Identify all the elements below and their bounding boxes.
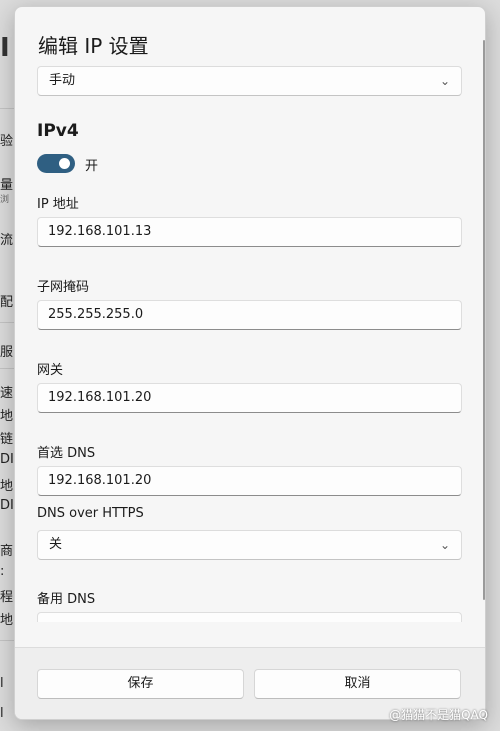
bg-text: 速	[0, 386, 14, 401]
ip-mode-value: 手动	[49, 73, 76, 88]
dns-over-https-value: 关	[49, 537, 63, 552]
dialog-title: 编辑 IP 设置	[38, 34, 149, 58]
save-button[interactable]: 保存	[37, 669, 244, 699]
alternate-dns-label: 备用 DNS	[37, 592, 96, 607]
bg-text: DI	[0, 452, 14, 467]
bg-text: l	[0, 706, 4, 721]
ip-mode-dropdown[interactable]: 手动 ⌄	[37, 66, 462, 96]
bg-text: 服	[0, 345, 14, 360]
dialog-scrollbar[interactable]	[483, 40, 485, 600]
bg-text: 浏	[0, 195, 10, 205]
bg-text: 商	[0, 544, 14, 559]
subnet-mask-label: 子网掩码	[37, 280, 90, 295]
ip-address-label: IP 地址	[37, 197, 79, 212]
watermark: @猫猫不是猫QAQ	[389, 708, 488, 722]
bg-text: 配	[0, 295, 14, 310]
bg-text: 地	[0, 479, 14, 494]
bg-text: 地	[0, 409, 14, 424]
bg-divider	[0, 108, 14, 109]
bg-text: 地	[0, 613, 14, 628]
ipv4-toggle-label: 开	[85, 159, 99, 174]
bg-text: DI	[0, 498, 14, 513]
dns-over-https-label: DNS over HTTPS	[37, 506, 144, 521]
edit-ip-settings-dialog: 编辑 IP 设置 手动 ⌄ IPv4 开 IP 地址 192.168.101.1…	[14, 6, 486, 720]
ipv4-section-title: IPv4	[37, 121, 79, 141]
bg-text: 量	[0, 178, 14, 193]
ipv4-toggle[interactable]	[37, 154, 75, 173]
chevron-down-icon: ⌄	[439, 538, 450, 552]
bg-text: l	[0, 676, 4, 691]
gateway-label: 网关	[37, 363, 64, 378]
bg-divider	[0, 640, 14, 641]
toggle-knob	[59, 158, 70, 169]
preferred-dns-label: 首选 DNS	[37, 446, 96, 461]
gateway-input[interactable]: 192.168.101.20	[37, 383, 462, 413]
dns-over-https-dropdown[interactable]: 关 ⌄	[37, 530, 462, 560]
chevron-down-icon: ⌄	[439, 74, 450, 88]
ip-address-input[interactable]: 192.168.101.13	[37, 217, 462, 247]
bg-text: I	[0, 33, 10, 63]
bg-text: :	[0, 564, 5, 579]
alternate-dns-input[interactable]	[37, 612, 462, 622]
bg-text: 链	[0, 432, 14, 447]
bg-text: 程	[0, 590, 14, 605]
cancel-button[interactable]: 取消	[254, 669, 461, 699]
preferred-dns-input[interactable]: 192.168.101.20	[37, 466, 462, 496]
bg-divider	[0, 368, 14, 369]
bg-text: 流	[0, 233, 14, 248]
bg-text: 验	[0, 134, 14, 149]
bg-divider	[0, 322, 14, 323]
subnet-mask-input[interactable]: 255.255.255.0	[37, 300, 462, 330]
